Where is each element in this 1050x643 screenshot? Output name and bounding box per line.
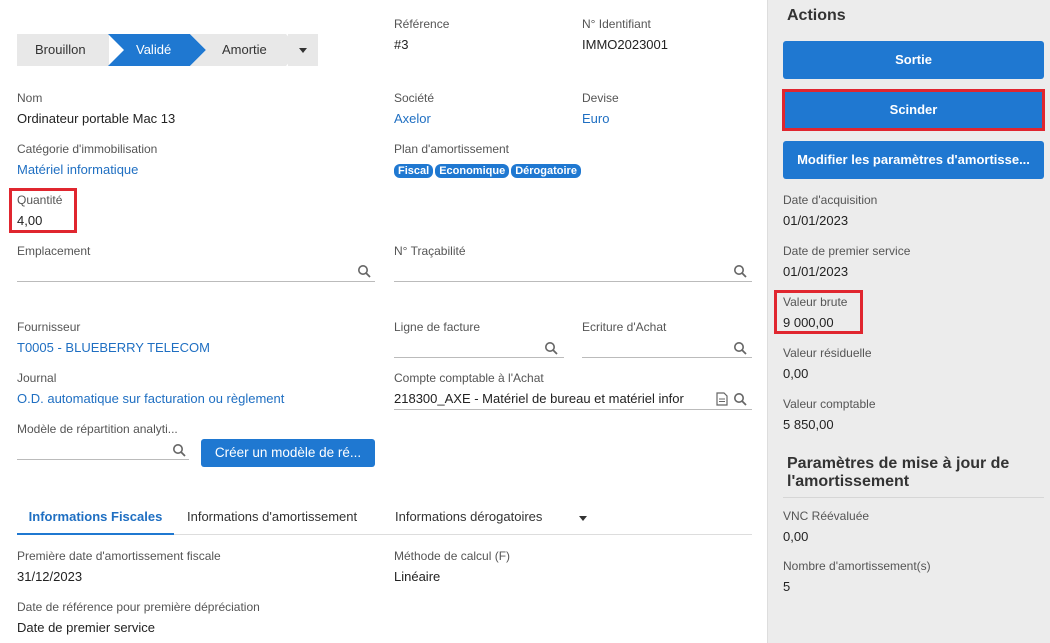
devise-label: Devise: [582, 91, 619, 105]
devise-link[interactable]: Euro: [582, 111, 609, 126]
params-title: Paramètres de mise à jour de l'amortisse…: [787, 455, 1010, 490]
sortie-button[interactable]: Sortie: [783, 41, 1044, 79]
date-acquisition-value: 01/01/2023: [783, 213, 849, 228]
compte-achat-input[interactable]: [394, 409, 752, 410]
modele-repartition-label: Modèle de répartition analyti...: [17, 422, 178, 436]
identifiant-value: IMMO2023001: [582, 37, 668, 52]
valeur-brute-highlight: [774, 290, 863, 334]
ecriture-achat-label: Ecriture d'Achat: [582, 320, 667, 334]
plan-tag-fiscal[interactable]: Fiscal: [394, 164, 434, 178]
valeur-comptable-label: Valeur comptable: [783, 397, 876, 411]
fournisseur-link[interactable]: T0005 - BLUEBERRY TELECOM: [17, 340, 210, 355]
tab-informations-fiscales[interactable]: Informations Fiscales: [17, 503, 174, 535]
search-icon[interactable]: [544, 341, 558, 355]
caret-down-icon: [579, 516, 587, 521]
scinder-highlight: [782, 89, 1045, 131]
journal-link[interactable]: O.D. automatique sur facturation ou règl…: [17, 391, 284, 406]
methode-label: Méthode de calcul (F): [394, 549, 511, 563]
asset-form: Brouillon Validé Amortie Référence #3 N°…: [0, 0, 768, 643]
quantite-highlight: [9, 188, 77, 233]
document-icon[interactable]: [716, 392, 728, 406]
params-divider: [783, 497, 1044, 498]
status-bar: Brouillon Validé Amortie: [17, 34, 318, 66]
tracabilite-label: N° Traçabilité: [394, 244, 466, 258]
categorie-link[interactable]: Matériel informatique: [17, 162, 138, 177]
tabs-bar: Informations Fiscales Informations d'amo…: [17, 503, 752, 535]
societe-label: Société: [394, 91, 435, 105]
compte-achat-value[interactable]: 218300_AXE - Matériel de bureau et matér…: [394, 391, 699, 406]
compte-achat-label: Compte comptable à l'Achat: [394, 371, 544, 385]
date-acquisition-label: Date d'acquisition: [783, 193, 878, 207]
premiere-date-label: Première date d'amortissement fiscale: [17, 549, 221, 563]
journal-label: Journal: [17, 371, 57, 385]
tab-informations-derogatoires[interactable]: Informations dérogatoires: [395, 503, 542, 535]
valeur-comptable-value: 5 850,00: [783, 417, 834, 432]
date-premier-service-value: 01/01/2023: [783, 264, 849, 279]
search-icon[interactable]: [733, 264, 747, 278]
premiere-date-value[interactable]: 31/12/2023: [17, 569, 82, 584]
status-more-button[interactable]: [288, 34, 318, 66]
date-reference-label: Date de référence pour première déprécia…: [17, 600, 260, 614]
plan-tag-derogatoire[interactable]: Dérogatoire: [511, 164, 581, 178]
valeur-residuelle-label: Valeur résiduelle: [783, 346, 872, 360]
actions-sidebar: Actions Sortie Scinder Modifier les para…: [770, 0, 1050, 643]
categorie-label: Catégorie d'immobilisation: [17, 142, 158, 156]
caret-down-icon: [299, 47, 307, 53]
methode-value[interactable]: Linéaire: [394, 569, 440, 584]
ecriture-achat-input[interactable]: [582, 357, 752, 358]
tabs-more-button[interactable]: [579, 516, 587, 521]
reference-label: Référence: [394, 17, 450, 31]
fournisseur-label: Fournisseur: [17, 320, 81, 334]
status-step-brouillon[interactable]: Brouillon: [17, 34, 109, 66]
actions-title: Actions: [787, 7, 846, 24]
search-icon[interactable]: [733, 392, 747, 406]
plan-tag-economique[interactable]: Economique: [435, 164, 510, 178]
plan-label: Plan d'amortissement: [394, 142, 510, 156]
date-premier-service-label: Date de premier service: [783, 244, 911, 258]
plan-tags: Fiscal Economique Dérogatoire: [394, 162, 583, 178]
nb-amortissements-value: 5: [783, 579, 791, 594]
ligne-facture-label: Ligne de facture: [394, 320, 481, 334]
modifier-parametres-button[interactable]: Modifier les paramètres d'amortisse...: [783, 141, 1044, 179]
valeur-residuelle-value: 0,00: [783, 366, 809, 381]
emplacement-label: Emplacement: [17, 244, 91, 258]
emplacement-input[interactable]: [17, 281, 375, 282]
search-icon[interactable]: [172, 443, 186, 457]
modele-repartition-input[interactable]: [17, 459, 189, 460]
tracabilite-input[interactable]: [394, 281, 752, 282]
nb-amortissements-label: Nombre d'amortissement(s): [783, 559, 931, 573]
nom-label: Nom: [17, 91, 43, 105]
ligne-facture-input[interactable]: [394, 357, 564, 358]
date-reference-value[interactable]: Date de premier service: [17, 620, 155, 635]
vnc-value: 0,00: [783, 529, 809, 544]
vnc-label: VNC Réévaluée: [783, 509, 870, 523]
societe-link[interactable]: Axelor: [394, 111, 431, 126]
tab-informations-amortissement[interactable]: Informations d'amortissement: [187, 503, 357, 535]
status-step-valide[interactable]: Validé: [108, 34, 206, 66]
reference-value: #3: [394, 37, 409, 52]
identifiant-label: N° Identifiant: [582, 17, 651, 31]
creer-modele-button[interactable]: Créer un modèle de ré...: [201, 439, 375, 467]
status-step-amortie[interactable]: Amortie: [190, 34, 300, 66]
search-icon[interactable]: [733, 341, 747, 355]
nom-value[interactable]: Ordinateur portable Mac 13: [17, 111, 175, 126]
search-icon[interactable]: [357, 264, 371, 278]
